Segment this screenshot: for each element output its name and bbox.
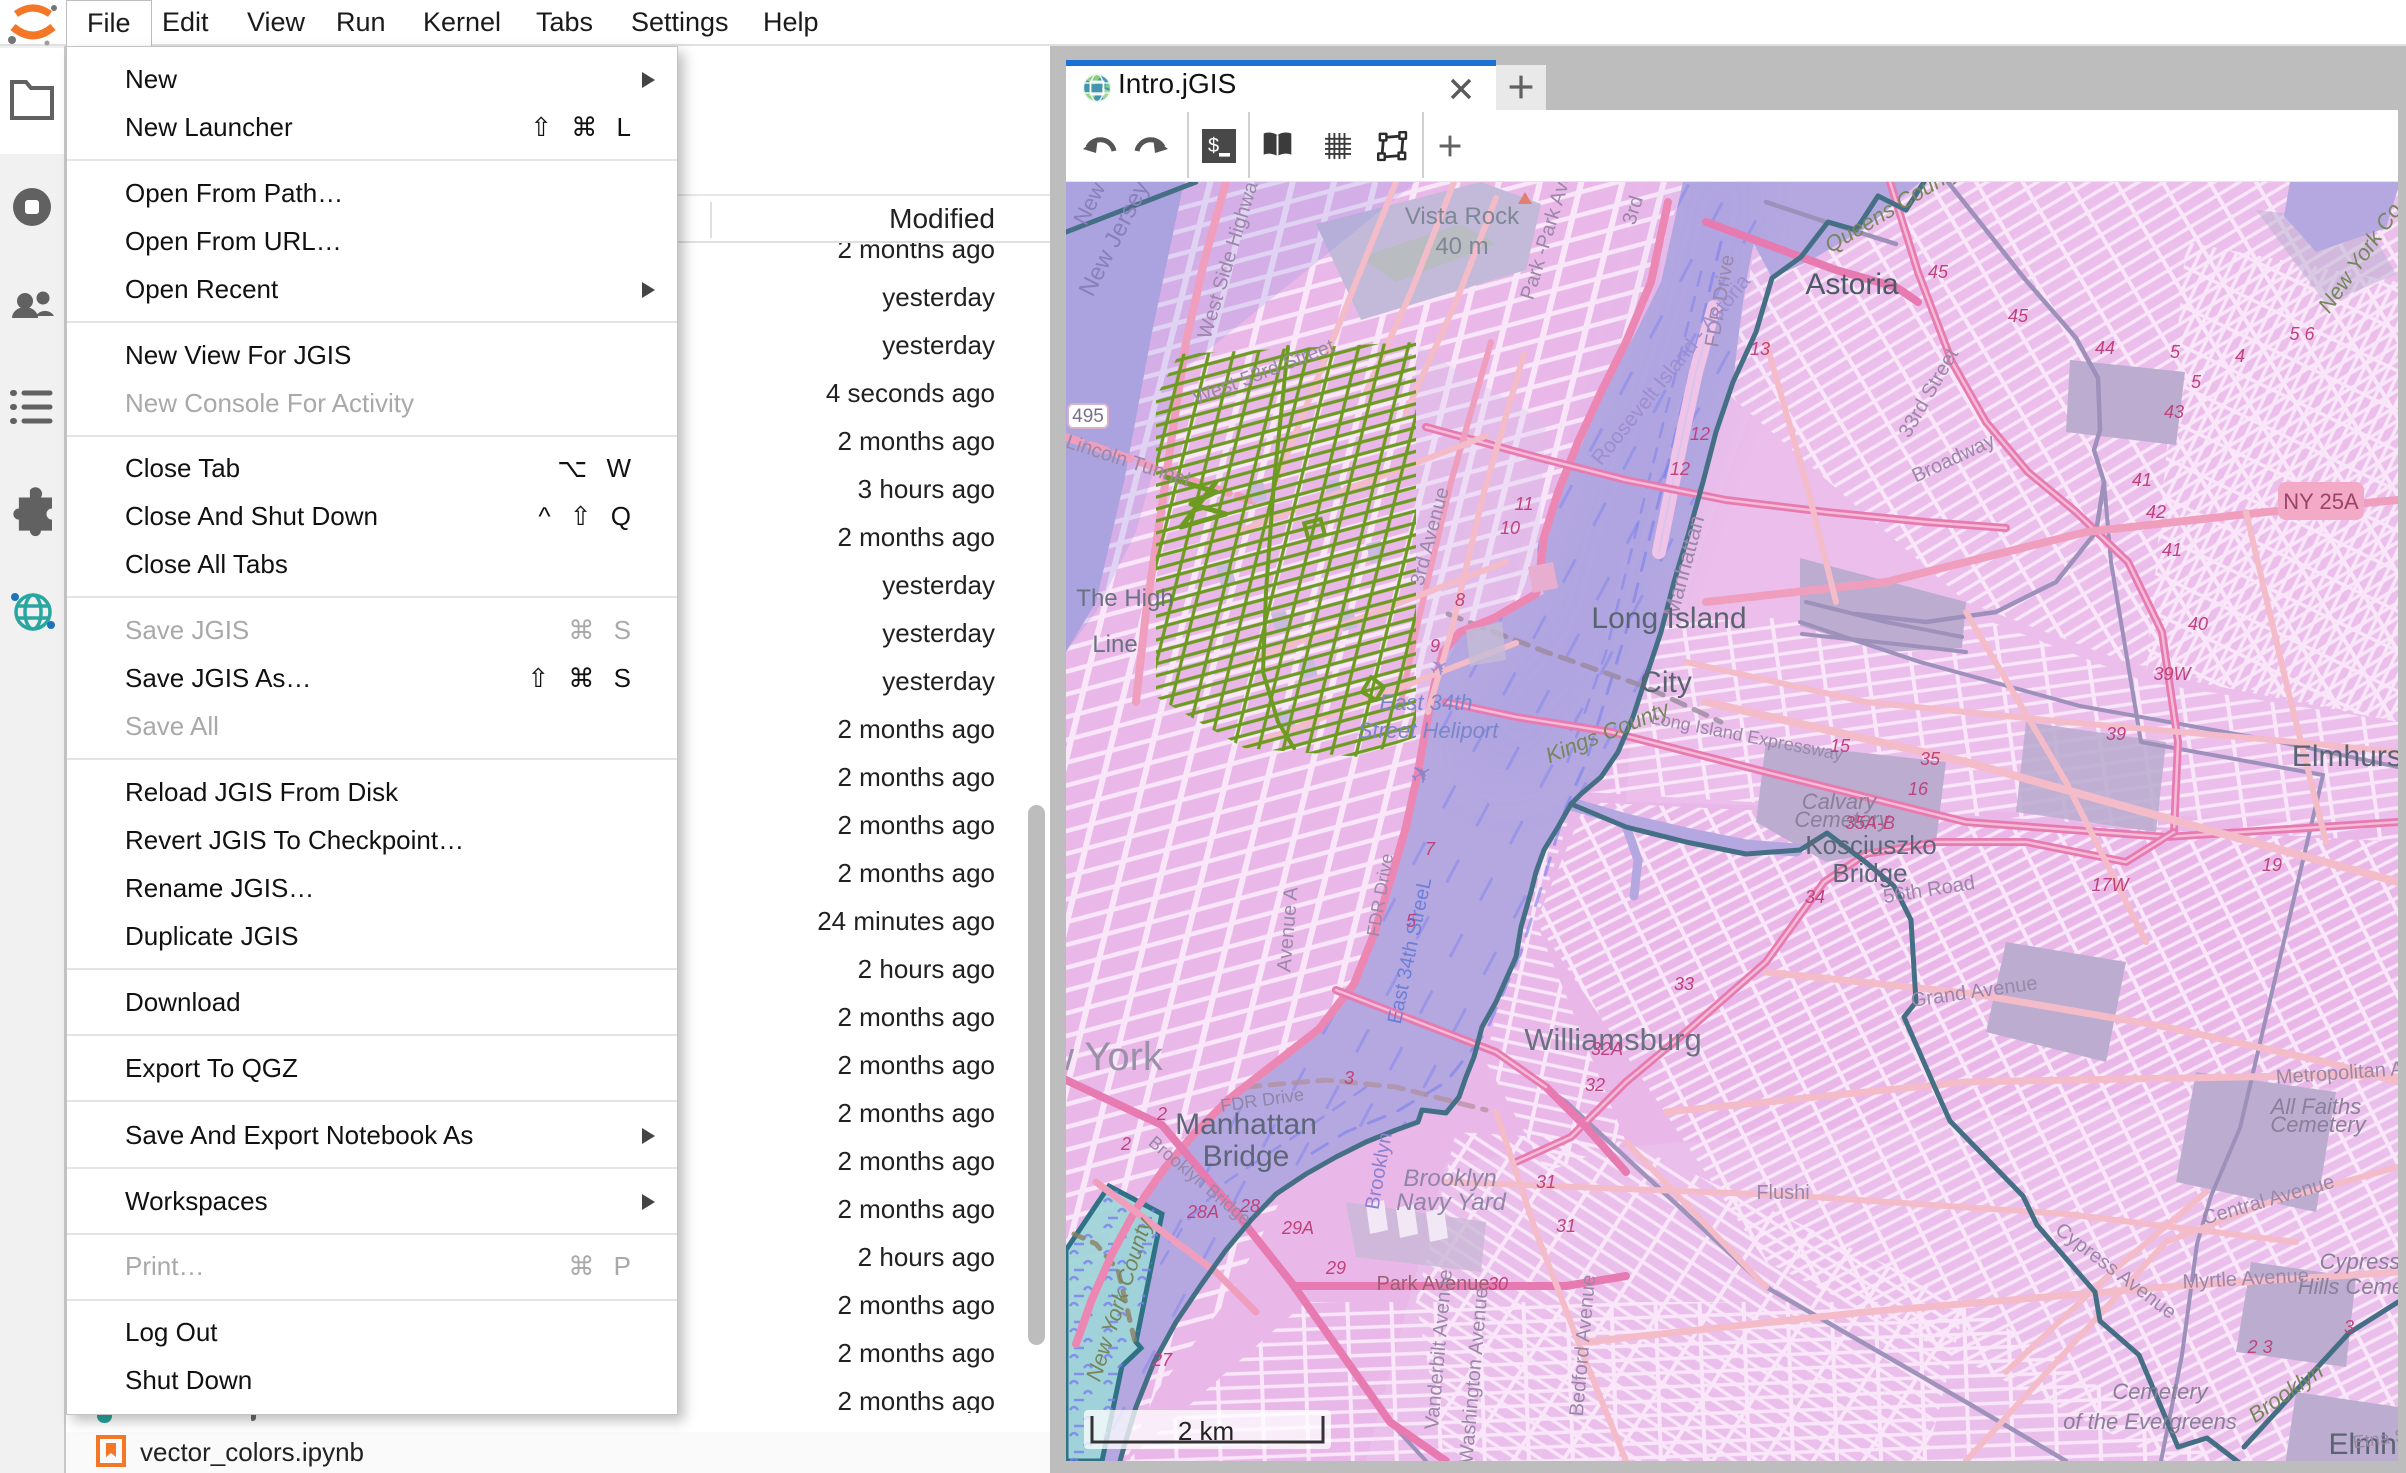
svg-text:16: 16: [1908, 779, 1929, 799]
svg-text:Navy Yard: Navy Yard: [1396, 1189, 1506, 1216]
svg-text:East 34th: East 34th: [1380, 690, 1473, 715]
svg-text:Street Heliport: Street Heliport: [1358, 718, 1500, 743]
svg-text:3: 3: [1344, 1068, 1354, 1088]
svg-text:NY 25A: NY 25A: [2283, 489, 2359, 514]
svg-text:8: 8: [1455, 590, 1465, 610]
svg-text:13: 13: [1750, 339, 1770, 359]
svg-text:40 m: 40 m: [1435, 233, 1488, 260]
svg-text:40: 40: [2188, 614, 2208, 634]
svg-text:34: 34: [1805, 887, 1825, 907]
svg-text:35: 35: [1920, 749, 1941, 769]
svg-text:31: 31: [1556, 1216, 1576, 1236]
svg-text:The High: The High: [1076, 585, 1173, 612]
svg-text:$: $: [1208, 135, 1219, 157]
svg-text:Cemetery: Cemetery: [2112, 1379, 2209, 1404]
svg-text:41: 41: [2132, 470, 2152, 490]
svg-text:12: 12: [1670, 459, 1690, 479]
svg-text:30: 30: [1488, 1274, 1508, 1294]
svg-text:32A: 32A: [1591, 1039, 1623, 1059]
svg-text:11: 11: [1515, 494, 1534, 514]
svg-text:31: 31: [1536, 1172, 1556, 1192]
svg-text:29: 29: [1325, 1258, 1346, 1278]
svg-text:45: 45: [1928, 262, 1949, 282]
svg-text:44: 44: [2095, 338, 2115, 358]
svg-text:12: 12: [1690, 424, 1710, 444]
svg-text:43: 43: [2164, 402, 2184, 422]
svg-text:10: 10: [1500, 518, 1520, 538]
svg-text:29A: 29A: [1281, 1218, 1314, 1238]
svg-text:7: 7: [1425, 839, 1436, 859]
svg-text:Cypress: Cypress: [2320, 1249, 2398, 1274]
svg-text:3: 3: [2344, 1317, 2354, 1337]
svg-text:33: 33: [1674, 974, 1694, 994]
svg-text:2 3: 2 3: [2246, 1337, 2272, 1357]
svg-text:Kosciuszko: Kosciuszko: [1805, 830, 1937, 860]
svg-text:Bridge: Bridge: [1203, 1140, 1290, 1173]
svg-text:Long Island: Long Island: [1591, 602, 1746, 635]
svg-text:28A: 28A: [1186, 1202, 1219, 1222]
svg-text:5 6: 5 6: [2289, 324, 2315, 344]
svg-text:2: 2: [1120, 1134, 1131, 1154]
svg-text:41: 41: [2162, 540, 2182, 560]
svg-text:35A-B: 35A-B: [1845, 813, 1895, 833]
svg-text:495: 495: [1072, 406, 1104, 427]
svg-text:Elmhurst: Elmhurst: [2292, 740, 2398, 773]
svg-text:Vista Rock: Vista Rock: [1405, 203, 1520, 230]
svg-text:Cemetery: Cemetery: [2270, 1112, 2367, 1137]
svg-text:39W: 39W: [2153, 664, 2192, 684]
svg-text:17W: 17W: [2091, 875, 2130, 895]
svg-text:Flushi: Flushi: [1756, 1182, 1809, 1204]
svg-text:32: 32: [1585, 1075, 1605, 1095]
svg-text:45: 45: [2008, 306, 2029, 326]
svg-text:27: 27: [1151, 1350, 1173, 1370]
svg-text:9: 9: [1430, 636, 1440, 656]
svg-text:42: 42: [2146, 502, 2166, 522]
svg-text:w York: w York: [1066, 1035, 1164, 1079]
svg-text:15: 15: [1830, 736, 1851, 756]
svg-text:39: 39: [2106, 724, 2126, 744]
svg-text:Line: Line: [1092, 631, 1137, 658]
svg-text:City: City: [1640, 666, 1692, 699]
svg-text:2: 2: [1156, 1104, 1167, 1124]
svg-text:Hills Cemet: Hills Cemet: [2298, 1274, 2398, 1299]
svg-text:2 km: 2 km: [1178, 1416, 1234, 1446]
svg-text:5: 5: [2191, 372, 2202, 392]
svg-text:28: 28: [1239, 1196, 1260, 1216]
svg-text:19: 19: [2262, 855, 2282, 875]
svg-text:Astoria: Astoria: [1805, 268, 1899, 301]
svg-text:4: 4: [2235, 346, 2245, 366]
svg-text:Brooklyn: Brooklyn: [1403, 1165, 1496, 1192]
svg-text:5: 5: [2170, 342, 2181, 362]
svg-text:5: 5: [1406, 911, 1417, 931]
svg-text:of the Evergreens: of the Evergreens: [2063, 1409, 2237, 1434]
svg-text:Manhattan: Manhattan: [1175, 1108, 1317, 1141]
